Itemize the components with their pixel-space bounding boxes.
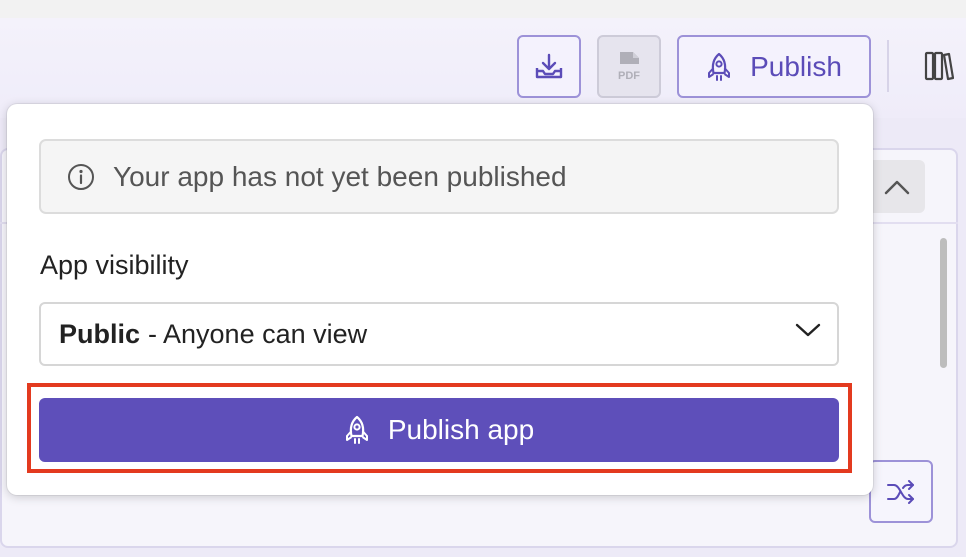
shuffle-icon <box>887 479 914 504</box>
publish-app-label: Publish app <box>387 414 535 445</box>
visibility-selected-description: - Anyone can view <box>148 318 368 349</box>
pdf-export-button[interactable]: PDF <box>597 35 661 98</box>
chevron-down-icon <box>795 323 821 337</box>
pdf-file-icon: PDF <box>618 51 640 82</box>
notice-text: Your app has not yet been published <box>113 160 567 192</box>
collapse-button[interactable] <box>868 160 925 213</box>
unpublished-notice: Your app has not yet been published <box>39 139 839 214</box>
publish-app-button[interactable]: Publish app <box>39 398 839 462</box>
chevron-up-icon <box>884 180 909 194</box>
publish-button[interactable]: Publish <box>677 35 871 98</box>
info-icon <box>68 163 94 190</box>
download-tray-icon <box>535 53 563 78</box>
library-books-icon[interactable] <box>924 50 954 82</box>
shuffle-button[interactable] <box>869 460 933 523</box>
scrollbar-thumb[interactable] <box>940 238 947 368</box>
toolbar-divider <box>887 40 889 92</box>
app-visibility-label: App visibility <box>40 250 189 280</box>
rocket-icon <box>345 415 368 444</box>
visibility-selected-value: Public <box>59 318 141 349</box>
scrollbar[interactable] <box>936 232 950 537</box>
visibility-select[interactable]: Public - Anyone can view <box>39 302 839 366</box>
publish-button-label: Publish <box>750 50 842 82</box>
rocket-icon <box>708 52 731 81</box>
publish-popover: Your app has not yet been published App … <box>7 104 873 495</box>
download-button[interactable] <box>517 35 581 98</box>
svg-text:PDF: PDF <box>618 70 640 82</box>
